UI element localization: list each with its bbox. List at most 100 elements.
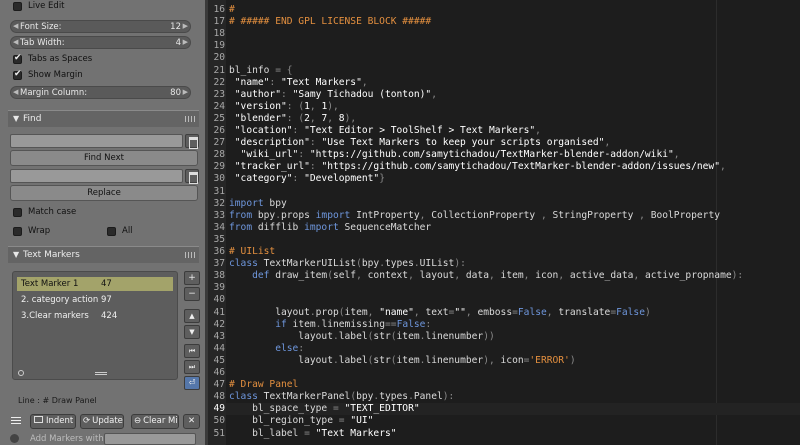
- code-line[interactable]: layout.label(str(item.linenumber)): [229, 330, 494, 343]
- code-line[interactable]: #: [229, 4, 235, 16]
- paste-selection-icon[interactable]: [185, 169, 199, 184]
- match-case-check-box[interactable]: [13, 208, 22, 217]
- code-line[interactable]: # Draw Panel: [229, 379, 298, 391]
- list-item[interactable]: 3.Clear markers 424: [17, 309, 173, 323]
- decrement-arrow-icon[interactable]: ◀: [13, 22, 18, 30]
- code-line[interactable]: "name": "Text Markers",: [229, 77, 368, 89]
- code-line[interactable]: "category": "Development"}: [229, 173, 385, 185]
- update-label: Update: [92, 416, 123, 426]
- increment-arrow-icon[interactable]: ▶: [183, 22, 188, 30]
- remove-marker-button[interactable]: −: [184, 287, 200, 301]
- code-line[interactable]: # UIList: [229, 246, 275, 258]
- margin-column-line: [716, 0, 717, 445]
- code-line[interactable]: def draw_item(self, context, layout, dat…: [229, 270, 743, 282]
- code-line[interactable]: bl_info = {: [229, 65, 293, 77]
- markers-list[interactable]: Text Marker 1 47 2. category action 97 3…: [12, 271, 178, 380]
- decrement-arrow-icon[interactable]: ◀: [13, 38, 18, 46]
- code-token: False: [517, 306, 547, 318]
- code-token: str: [373, 354, 391, 366]
- code-line[interactable]: layout.prop(item, "name", text="", embos…: [229, 307, 651, 319]
- live-edit-check-box[interactable]: [13, 2, 22, 11]
- move-up-button[interactable]: ▲: [184, 309, 200, 323]
- indent-button[interactable]: Indent: [30, 414, 76, 429]
- update-button[interactable]: ⟳ Update: [80, 414, 124, 429]
- code-line[interactable]: from difflib import SequenceMatcher: [229, 222, 431, 234]
- code-token: :: [309, 137, 322, 149]
- code-token: label: [338, 330, 368, 342]
- code-token: ,: [546, 306, 559, 318]
- list-item[interactable]: Text Marker 1 47: [17, 277, 173, 291]
- find-next-button[interactable]: Find Next: [10, 150, 198, 166]
- code-token: context: [367, 270, 409, 282]
- code-token: = {: [275, 64, 293, 76]
- code-token: layout: [229, 306, 310, 318]
- tool-shelf: Live Edit ◀ Font Size: 12 ▶ ◀ Tab Width:…: [0, 0, 205, 445]
- code-line[interactable]: # ##### END GPL LICENSE BLOCK #####: [229, 16, 431, 28]
- code-line[interactable]: from bpy.props import IntProperty, Colle…: [229, 210, 720, 222]
- code-token: import: [304, 221, 339, 233]
- wrap-check-box[interactable]: [13, 227, 22, 236]
- clear-label: Clear Mis: [143, 416, 179, 426]
- live-edit-checkbox[interactable]: Live Edit: [10, 0, 198, 14]
- code-line[interactable]: "description": "Use Text Markers to keep…: [229, 137, 610, 149]
- add-markers-input[interactable]: [104, 433, 196, 445]
- menu-icon[interactable]: [11, 417, 21, 426]
- code-line[interactable]: if item.linemissing==False:: [229, 319, 431, 331]
- drag-grip-icon[interactable]: [185, 252, 195, 258]
- code-line[interactable]: "blender": (2, 7, 8),: [229, 113, 356, 125]
- code-line[interactable]: else:: [229, 343, 304, 355]
- tab-width-field[interactable]: ◀ Tab Width: 4 ▶: [10, 36, 191, 49]
- code-line[interactable]: layout.label(str(item.linenumber), icon=…: [229, 354, 575, 367]
- replace-button[interactable]: Replace: [10, 185, 198, 201]
- list-item[interactable]: 2. category action 97: [17, 293, 173, 307]
- close-button[interactable]: ✕: [183, 414, 200, 429]
- font-size-field[interactable]: ◀ Font Size: 12 ▶: [10, 20, 191, 33]
- show-margin-check-box[interactable]: [13, 69, 22, 80]
- code-token: ,: [488, 270, 501, 282]
- add-markers-toggle-icon[interactable]: [10, 434, 19, 443]
- margin-column-field[interactable]: ◀ Margin Column: 80 ▶: [10, 86, 191, 99]
- increment-arrow-icon[interactable]: ▶: [183, 88, 188, 96]
- next-marker-button[interactable]: ⏭: [184, 360, 200, 374]
- decrement-arrow-icon[interactable]: ◀: [13, 88, 18, 96]
- drag-grip-icon[interactable]: [185, 116, 195, 122]
- code-line[interactable]: bl_region_type = "UI": [229, 415, 373, 427]
- increment-arrow-icon[interactable]: ▶: [183, 38, 188, 46]
- all-check-box[interactable]: [107, 227, 116, 236]
- add-markers-row[interactable]: Add Markers with: [10, 433, 196, 445]
- previous-marker-button[interactable]: ⏮: [184, 344, 200, 358]
- tabs-as-spaces-check-box[interactable]: [13, 53, 22, 64]
- paste-selection-icon[interactable]: [185, 134, 199, 149]
- resize-handle-icon[interactable]: [95, 372, 107, 375]
- all-checkbox[interactable]: All: [104, 225, 184, 239]
- show-margin-checkbox[interactable]: Show Margin: [10, 69, 198, 83]
- replace-input[interactable]: [10, 169, 183, 183]
- code-line[interactable]: class TextMarkerPanel(bpy.types.Panel):: [229, 391, 454, 403]
- code-line[interactable]: "tracker_url": "https://github.com/samyt…: [229, 161, 726, 173]
- text-markers-panel-header[interactable]: ▼ Text Markers: [8, 246, 199, 263]
- code-line[interactable]: "location": "Text Editor > ToolShelf > T…: [229, 125, 541, 137]
- code-line[interactable]: bl_space_type = "TEXT_EDITOR": [229, 403, 420, 415]
- code-token: # UIList: [229, 246, 276, 257]
- wrap-checkbox[interactable]: Wrap: [10, 225, 100, 239]
- match-case-checkbox[interactable]: Match case: [10, 206, 198, 220]
- code-line[interactable]: "wiki_url": "https://github.com/samytich…: [229, 149, 680, 161]
- wrap-label: Wrap: [28, 226, 51, 236]
- code-line[interactable]: class TextMarkerUIList(bpy.types.UIList)…: [229, 258, 466, 270]
- tabs-as-spaces-checkbox[interactable]: Tabs as Spaces: [10, 53, 198, 67]
- add-marker-button[interactable]: +: [184, 271, 200, 285]
- code-line[interactable]: bl_label = "Text Markers": [229, 428, 396, 440]
- clear-missing-button[interactable]: ⊖ Clear Mis: [131, 414, 179, 429]
- move-down-button[interactable]: ▼: [184, 325, 200, 339]
- code-line[interactable]: "author": "Samy Tichadou (tonton)",: [229, 89, 437, 101]
- go-to-marker-button[interactable]: ⏎: [184, 376, 200, 390]
- filter-options-icon[interactable]: [18, 370, 24, 376]
- find-input[interactable]: [10, 134, 183, 148]
- code-token: :: [298, 149, 310, 161]
- find-panel-header[interactable]: ▼ Find: [8, 110, 199, 127]
- code-line[interactable]: import bpy: [229, 198, 287, 210]
- code-line[interactable]: "version": (1, 1),: [229, 101, 339, 113]
- code-token: item: [286, 318, 316, 330]
- code-editor[interactable]: # # ##### END GPL LICENSE BLOCK ##### bl_i…: [208, 0, 800, 445]
